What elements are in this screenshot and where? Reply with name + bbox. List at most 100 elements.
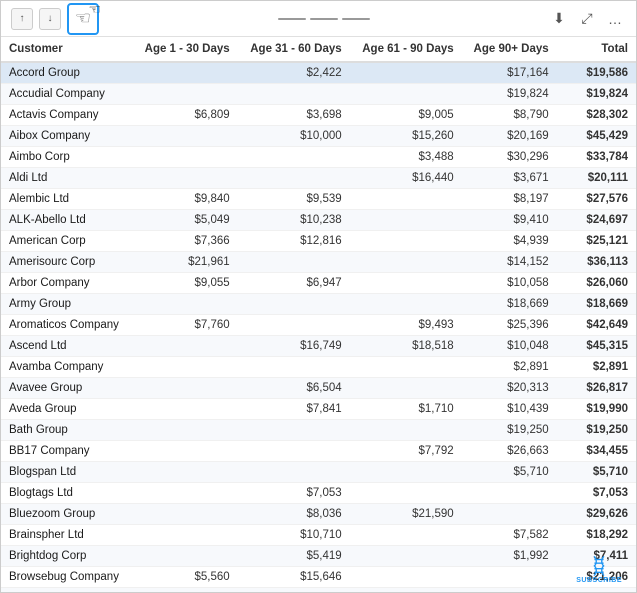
amount-cell: $3,488: [350, 147, 462, 168]
customer-name: BB17 Company: [1, 441, 132, 462]
amount-cell: [132, 483, 237, 504]
amount-cell: $18,669: [557, 294, 636, 315]
table-row: Browsebug Company$5,560$15,646$21,206: [1, 567, 636, 588]
amount-cell: $18,518: [350, 336, 462, 357]
amount-cell: $21,961: [132, 252, 237, 273]
customer-name: Browsebire Corp: [1, 588, 132, 593]
customer-name: Blogspan Ltd: [1, 462, 132, 483]
amount-cell: [238, 84, 350, 105]
more-button[interactable]: …: [604, 8, 626, 30]
amount-cell: $36,113: [557, 252, 636, 273]
amount-cell: $19,990: [557, 399, 636, 420]
amount-cell: $10,058: [462, 273, 557, 294]
table-row: Actavis Company$6,809$3,698$9,005$8,790$…: [1, 105, 636, 126]
amount-cell: [132, 378, 237, 399]
customer-name: Accudial Company: [1, 84, 132, 105]
amount-cell: $34,455: [557, 441, 636, 462]
amount-cell: $7,792: [350, 441, 462, 462]
dna-icon: [588, 554, 610, 576]
amount-cell: $6,504: [238, 378, 350, 399]
amount-cell: [350, 189, 462, 210]
table-row: Blogspan Ltd$5,710$5,710: [1, 462, 636, 483]
amount-cell: $5,710: [462, 462, 557, 483]
amount-cell: [132, 420, 237, 441]
col-total: Total: [557, 37, 636, 62]
table-row: Bath Group$19,250$19,250: [1, 420, 636, 441]
title-bar: ↑ ↓ ☜ ⬇ ⤢ …: [1, 1, 636, 37]
down-arrow-button[interactable]: ↓: [39, 8, 61, 30]
amount-cell: [238, 147, 350, 168]
table-row: Alembic Ltd$9,840$9,539$8,197$27,576: [1, 189, 636, 210]
amount-cell: [462, 504, 557, 525]
amount-cell: [350, 231, 462, 252]
amount-cell: [462, 567, 557, 588]
customer-name: Brightdog Corp: [1, 546, 132, 567]
amount-cell: $45,429: [557, 126, 636, 147]
amount-cell: $5,419: [238, 546, 350, 567]
amount-cell: [132, 441, 237, 462]
customer-name: Accord Group: [1, 62, 132, 84]
customer-name: Army Group: [1, 294, 132, 315]
amount-cell: $42,649: [557, 315, 636, 336]
amount-cell: $20,111: [557, 168, 636, 189]
amount-cell: [462, 483, 557, 504]
amount-cell: [132, 504, 237, 525]
customer-name: Bluezoom Group: [1, 504, 132, 525]
title-bar-left: ↑ ↓ ☜: [11, 3, 99, 35]
table-row: Brainspher Ltd$10,710$7,582$18,292: [1, 525, 636, 546]
amount-cell: [350, 567, 462, 588]
amount-cell: [238, 357, 350, 378]
amount-cell: [132, 147, 237, 168]
amount-cell: $33,784: [557, 147, 636, 168]
table-row: Avamba Company$2,891$2,891: [1, 357, 636, 378]
content-area: Customer Age 1 - 30 Days Age 31 - 60 Day…: [1, 37, 636, 592]
amount-cell: $25,396: [462, 315, 557, 336]
amount-cell: [132, 462, 237, 483]
amount-cell: [350, 294, 462, 315]
table-scroll-area[interactable]: Customer Age 1 - 30 Days Age 31 - 60 Day…: [1, 37, 636, 592]
amount-cell: $9,493: [350, 315, 462, 336]
amount-cell: $18,292: [557, 525, 636, 546]
amount-cell: [132, 62, 237, 84]
col-age-61-90: Age 61 - 90 Days: [350, 37, 462, 62]
table-row: Arbor Company$9,055$6,947$10,058$26,060: [1, 273, 636, 294]
amount-cell: $25,121: [557, 231, 636, 252]
subscribe-badge[interactable]: SUBSCRIBE: [576, 554, 622, 584]
customer-name: Aibox Company: [1, 126, 132, 147]
amount-cell: $10,439: [462, 399, 557, 420]
amount-cell: $24,697: [557, 210, 636, 231]
amount-cell: [132, 126, 237, 147]
expand-button[interactable]: ⤢: [576, 8, 598, 30]
amount-cell: $2,891: [462, 357, 557, 378]
up-arrow-button[interactable]: ↑: [11, 8, 33, 30]
amount-cell: $19,824: [557, 84, 636, 105]
customer-name: Avamba Company: [1, 357, 132, 378]
table-row: Bluezoom Group$8,036$21,590$29,626: [1, 504, 636, 525]
subscribe-label: SUBSCRIBE: [576, 577, 622, 584]
table-row: Army Group$18,669$18,669: [1, 294, 636, 315]
table-row: American Corp$7,366$12,816$4,939$25,121: [1, 231, 636, 252]
amount-cell: [132, 546, 237, 567]
amount-cell: [238, 252, 350, 273]
drag-handle[interactable]: [278, 18, 370, 20]
table-row: Accudial Company$19,824$19,824: [1, 84, 636, 105]
amount-cell: $15,260: [350, 126, 462, 147]
download-button[interactable]: ⬇: [548, 8, 570, 30]
customer-name: Arbor Company: [1, 273, 132, 294]
table-row: Amerisourc Corp$21,961$14,152$36,113: [1, 252, 636, 273]
amount-cell: $14,152: [462, 252, 557, 273]
table-row: Aimbo Corp$3,488$30,296$33,784: [1, 147, 636, 168]
aging-table: Customer Age 1 - 30 Days Age 31 - 60 Day…: [1, 37, 636, 592]
table-row: Aromaticos Company$7,760$9,493$25,396$42…: [1, 315, 636, 336]
amount-cell: [350, 525, 462, 546]
amount-cell: $7,841: [238, 399, 350, 420]
amount-cell: $9,410: [462, 210, 557, 231]
amount-cell: $2,422: [238, 62, 350, 84]
amount-cell: $16,440: [350, 168, 462, 189]
cursor-button[interactable]: ☜: [67, 3, 99, 35]
table-row: Browsebire Corp$6,656$10,188$16,844: [1, 588, 636, 593]
customer-name: Aimbo Corp: [1, 147, 132, 168]
table-row: Aibox Company$10,000$15,260$20,169$45,42…: [1, 126, 636, 147]
amount-cell: $6,656: [238, 588, 350, 593]
table-row: Blogtags Ltd$7,053$7,053: [1, 483, 636, 504]
